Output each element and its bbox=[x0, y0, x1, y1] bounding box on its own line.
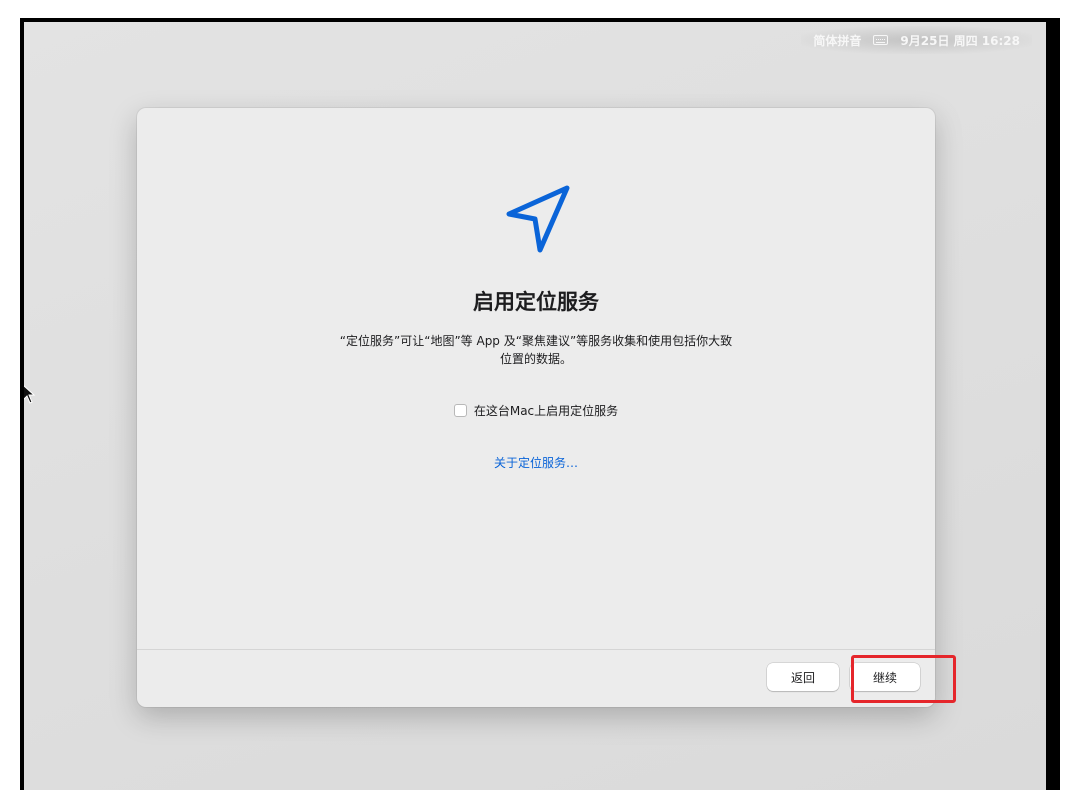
enable-location-label[interactable]: 在这台Mac上启用定位服务 bbox=[474, 402, 618, 419]
continue-highlight-box bbox=[851, 655, 956, 703]
location-services-dialog: 启用定位服务 “定位服务”可让“地图”等 App 及“聚焦建议”等服务收集和使用… bbox=[137, 108, 935, 707]
dialog-description: “定位服务”可让“地图”等 App 及“聚焦建议”等服务收集和使用包括你大致位置… bbox=[339, 334, 733, 366]
frame-border-right bbox=[1046, 18, 1060, 790]
dialog-title: 启用定位服务 bbox=[473, 290, 599, 314]
footer-divider bbox=[137, 649, 935, 650]
back-button[interactable]: 返回 bbox=[767, 663, 839, 691]
screenshot-frame: 简体拼音 9月25日 周四 16:28 启用定位服务 “定位服务”可让“地图”等… bbox=[0, 0, 1080, 810]
location-arrow-icon bbox=[506, 185, 570, 253]
enable-location-checkbox[interactable] bbox=[453, 404, 467, 417]
datetime-label[interactable]: 9月25日 周四 16:28 bbox=[900, 32, 1020, 49]
about-location-services-link[interactable]: 关于定位服务… bbox=[137, 454, 935, 471]
desktop-screen: 简体拼音 9月25日 周四 16:28 启用定位服务 “定位服务”可让“地图”等… bbox=[24, 22, 1046, 790]
mouse-cursor-icon bbox=[24, 385, 36, 404]
input-method-label[interactable]: 简体拼音 bbox=[813, 32, 861, 49]
status-bar: 简体拼音 9月25日 周四 16:28 bbox=[801, 26, 1032, 54]
enable-location-row[interactable]: 在这台Mac上启用定位服务 bbox=[137, 402, 935, 419]
keyboard-icon[interactable] bbox=[873, 35, 889, 45]
